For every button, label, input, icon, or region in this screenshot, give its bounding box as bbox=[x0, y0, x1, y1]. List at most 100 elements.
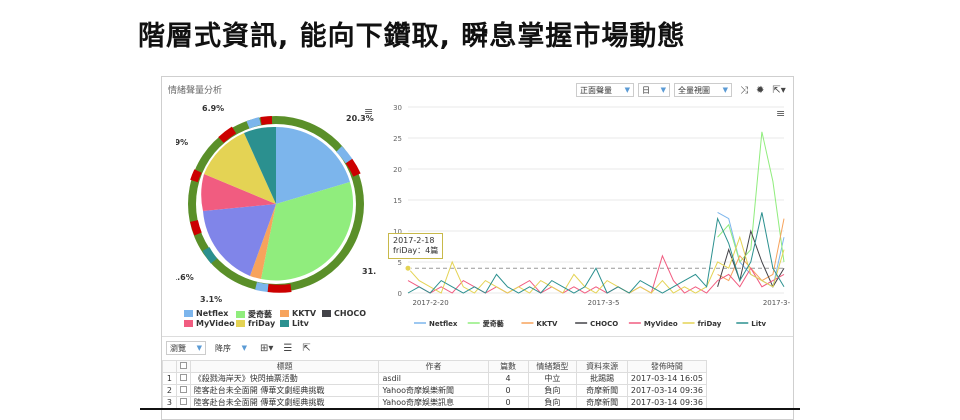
line-chart: 0510152025302017-2-20 2017-3-5 2017-3-Netf… bbox=[393, 104, 791, 328]
period-select[interactable]: 日 ▼ bbox=[638, 83, 670, 97]
checkbox-icon bbox=[179, 374, 187, 381]
pie-label: 5.9% bbox=[176, 138, 188, 147]
table-header-row: 標題 作者 篇數 情緒類型 資料來源 發佈時間 bbox=[162, 360, 708, 373]
section-divider bbox=[162, 336, 793, 337]
y-tick-label: 15 bbox=[393, 197, 402, 205]
chevron-down-icon: ▼ bbox=[241, 344, 247, 352]
swatch-icon bbox=[236, 320, 245, 327]
y-tick-label: 25 bbox=[393, 135, 402, 143]
row-author: Yahoo奇摩娛樂訊息 bbox=[378, 396, 489, 409]
table-header-checkbox[interactable] bbox=[175, 360, 191, 373]
chevron-down-icon: ▼ bbox=[624, 86, 630, 94]
swatch-icon bbox=[280, 320, 289, 327]
chart-tooltip: 2017-2-18 friDay：4篇 bbox=[388, 233, 444, 259]
row-count: 0 bbox=[487, 384, 529, 397]
chevron-down-icon: ▼ bbox=[196, 344, 202, 352]
row-source: 奇摩新聞 bbox=[576, 384, 628, 397]
row-checkbox[interactable] bbox=[175, 396, 191, 409]
pie-legend-item[interactable]: MyVideo bbox=[184, 319, 235, 328]
export-icon[interactable]: ⇱ bbox=[302, 343, 310, 354]
row-type: 負向 bbox=[527, 396, 578, 409]
series-line bbox=[717, 131, 785, 264]
swatch-icon bbox=[280, 310, 289, 317]
table-row[interactable]: 3 陸客赴台未全面開 傳華文劇經典挑戰 Yahoo奇摩娛樂訊息 0 負向 奇摩新… bbox=[162, 396, 708, 409]
pie-chart: 6.9% 20.3% 5.9% 11.6% 31.6% 3.1% bbox=[176, 104, 376, 304]
legend-label: KKTV bbox=[536, 320, 558, 328]
panel-toolbar: 正面聲量 ▼ 日 ▼ 全量視圖 ▼ ⤨ ✹ ⇱▾ bbox=[576, 83, 786, 97]
filter-select[interactable]: 瀏覽 ▼ bbox=[166, 341, 206, 355]
row-time: 2017-03-14 16:05 bbox=[626, 372, 708, 385]
swatch-icon bbox=[322, 310, 331, 317]
table-header[interactable]: 情緒類型 bbox=[527, 360, 578, 373]
legend-label: 愛奇藝 bbox=[483, 319, 504, 328]
pie-menu-icon[interactable]: ≡ bbox=[364, 105, 373, 118]
table-header[interactable]: 標題 bbox=[189, 360, 380, 373]
row-number: 3 bbox=[162, 396, 177, 409]
results-table: 標題 作者 篇數 情緒類型 資料來源 發佈時間 1 《殺戮海岸天》快閃抽票活動 … bbox=[162, 360, 708, 409]
y-tick-label: 30 bbox=[393, 104, 402, 112]
row-author: Yahoo奇摩娛樂新聞 bbox=[378, 384, 489, 397]
x-tick-label: 2017-3- bbox=[763, 299, 791, 307]
checkbox-icon bbox=[179, 362, 187, 369]
data-point bbox=[404, 264, 412, 272]
y-tick-label: 0 bbox=[398, 290, 402, 298]
row-time: 2017-03-14 09:36 bbox=[626, 384, 708, 397]
bulb-icon[interactable]: ✹ bbox=[756, 85, 764, 96]
row-time: 2017-03-14 09:36 bbox=[626, 396, 708, 409]
table-row[interactable]: 1 《殺戮海岸天》快閃抽票活動 asdil 4 中立 批踢踢 2017-03-1… bbox=[162, 372, 708, 385]
pie-label: 11.6% bbox=[176, 273, 194, 282]
row-source: 奇摩新聞 bbox=[576, 396, 628, 409]
legend-label: MyVideo bbox=[644, 320, 678, 328]
page-headline: 階層式資訊, 能向下鑽取, 瞬息掌握市場動態 bbox=[138, 21, 686, 52]
pie-label: 6.9% bbox=[202, 104, 224, 113]
row-count: 4 bbox=[487, 372, 529, 385]
view-select[interactable]: 全量視圖 ▼ bbox=[674, 83, 732, 97]
row-checkbox[interactable] bbox=[175, 372, 191, 385]
legend-label: Netflex bbox=[429, 320, 458, 328]
table-toolbar: 瀏覽 ▼ 降序 ▼ ⊞▾ ☰ ⇱ bbox=[162, 339, 793, 357]
row-checkbox[interactable] bbox=[175, 384, 191, 397]
table-header bbox=[162, 360, 177, 373]
swatch-icon bbox=[184, 310, 193, 317]
pie-legend-item[interactable]: CHOCO bbox=[322, 309, 366, 318]
row-title[interactable]: 陸客赴台未全面開 傳華文劇經典挑戰 bbox=[189, 396, 380, 409]
chevron-down-icon: ▼ bbox=[722, 86, 728, 94]
swatch-icon bbox=[184, 320, 193, 327]
table-row[interactable]: 2 陸客赴台未全面開 傳華文劇經典挑戰 Yahoo奇摩娛樂新聞 0 負向 奇摩新… bbox=[162, 384, 708, 397]
x-tick-label: 2017-3-5 bbox=[588, 299, 620, 307]
pie-label: 31.6% bbox=[362, 267, 376, 276]
row-title[interactable]: 《殺戮海岸天》快閃抽票活動 bbox=[189, 372, 380, 385]
pie-label: 3.1% bbox=[200, 295, 222, 304]
pie-legend-item[interactable]: KKTV bbox=[280, 309, 316, 318]
row-number: 1 bbox=[162, 372, 177, 385]
pie-slices bbox=[201, 126, 354, 281]
table-header[interactable]: 資料來源 bbox=[576, 360, 628, 373]
grid-icon[interactable]: ⊞▾ bbox=[260, 343, 273, 354]
row-type: 中立 bbox=[527, 372, 578, 385]
legend-label: CHOCO bbox=[590, 320, 618, 328]
pie-legend-item[interactable]: Netflex bbox=[184, 309, 228, 318]
series-line bbox=[717, 229, 785, 288]
table-header[interactable]: 篇數 bbox=[487, 360, 529, 373]
bottom-rule bbox=[140, 408, 800, 410]
row-count: 0 bbox=[487, 396, 529, 409]
chevron-down-icon: ▼ bbox=[660, 86, 666, 94]
legend-label: Litv bbox=[751, 320, 766, 328]
metric-select[interactable]: 正面聲量 ▼ bbox=[576, 83, 634, 97]
list-icon[interactable]: ☰ bbox=[283, 343, 292, 354]
series-line bbox=[407, 235, 785, 294]
y-tick-label: 20 bbox=[393, 166, 402, 174]
sort-select[interactable]: 降序 ▼ bbox=[212, 341, 250, 355]
line-menu-icon[interactable]: ≡ bbox=[776, 107, 785, 120]
pie-legend-item[interactable]: Litv bbox=[280, 319, 309, 328]
row-title[interactable]: 陸客赴台未全面開 傳華文劇經典挑戰 bbox=[189, 384, 380, 397]
pie-legend-item[interactable]: friDay bbox=[236, 319, 275, 328]
export-icon[interactable]: ⇱▾ bbox=[772, 85, 785, 96]
row-type: 負向 bbox=[527, 384, 578, 397]
shuffle-icon[interactable]: ⤨ bbox=[740, 85, 748, 96]
y-tick-label: 5 bbox=[398, 259, 402, 267]
row-author: asdil bbox=[378, 372, 489, 385]
row-source: 批踢踢 bbox=[576, 372, 628, 385]
table-header[interactable]: 作者 bbox=[378, 360, 489, 373]
table-header[interactable]: 發佈時間 bbox=[626, 360, 708, 373]
